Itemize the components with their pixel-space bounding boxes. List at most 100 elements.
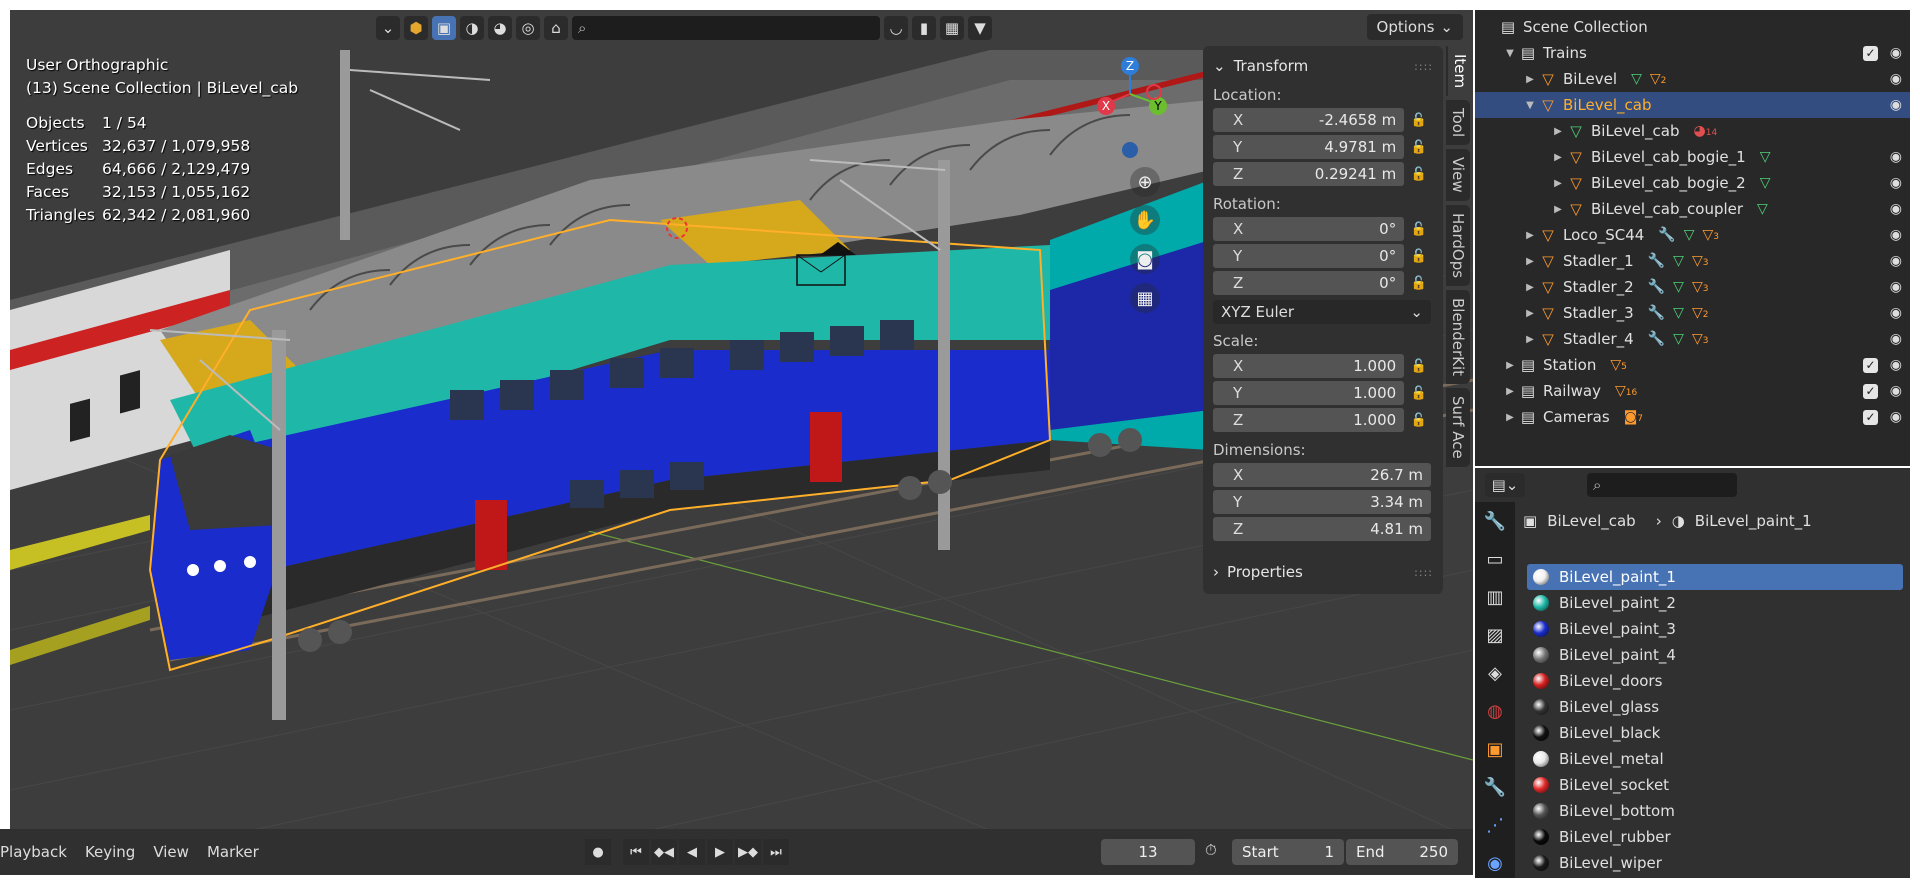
material-slot[interactable]: BiLevel_wiper [1527,850,1903,876]
unlock-icon[interactable]: 🔓 [1404,140,1433,155]
expand-arrow-icon[interactable]: ▶ [1551,126,1565,137]
render-icon[interactable]: ▭ [1475,540,1515,578]
rotation-z-field[interactable]: Z 0° [1213,271,1405,295]
camera-view-icon[interactable]: ◙ [1130,244,1160,274]
physics-icon[interactable]: ◉ [1475,844,1515,882]
material-slot[interactable]: BiLevel_metal [1527,746,1903,772]
dimensions-x-field[interactable]: X 26.7 m [1213,463,1431,487]
material-slot[interactable]: BiLevel_glass [1527,694,1903,720]
outliner-item-station[interactable]: ▶ ▤ Station ▽5 ✓ ◉ [1475,352,1910,378]
unlock-icon[interactable]: 🔓 [1404,113,1433,128]
prev-keyframe-icon[interactable]: ◆◀ [651,839,677,865]
expand-arrow-icon[interactable]: ▶ [1503,386,1517,397]
tool-icon[interactable]: 🔧 [1475,502,1515,540]
material-slot[interactable]: BiLevel_paint_2 [1527,590,1903,616]
outliner-item-bilevel-cab[interactable]: ▼ ▽ BiLevel_cab ◉ [1475,92,1910,118]
unlock-icon[interactable]: 🔓 [1404,249,1433,264]
material-slot[interactable]: BiLevel_bottom [1527,798,1903,824]
tab-item[interactable]: Item [1446,46,1472,97]
viewport-search-input[interactable]: ⌕ [572,16,880,40]
stopwatch-icon[interactable]: ⏱ [1205,841,1217,859]
next-keyframe-icon[interactable]: ▶◆ [735,839,761,865]
drag-grip-icon[interactable]: :::: [1414,566,1433,579]
collapse-arrow-icon[interactable]: ▼ [1523,100,1537,111]
rotation-y-field[interactable]: Y 0° [1213,244,1405,268]
material-slot[interactable]: BiLevel_paint_1 [1527,564,1903,590]
record-icon[interactable]: ● [585,839,611,865]
perspective-grid-icon[interactable]: ▦ [1130,283,1160,313]
unlock-icon[interactable]: 🔓 [1404,222,1433,237]
eye-icon[interactable]: ◉ [1890,331,1902,347]
tab-view[interactable]: View [1446,149,1470,201]
exclude-checkbox[interactable]: ✓ [1863,357,1878,373]
eye-icon[interactable]: ◉ [1890,201,1902,217]
material-slot[interactable]: BiLevel_paint_3 [1527,616,1903,642]
dimensions-y-field[interactable]: Y 3.34 m [1213,490,1431,514]
expand-arrow-icon[interactable]: ▶ [1503,360,1517,371]
scale-x-field[interactable]: X 1.000 [1213,354,1405,378]
editor-type-icon[interactable]: ▤⌄ [1485,473,1525,497]
eye-icon[interactable]: ◉ [1890,175,1902,191]
bookmark-icon[interactable]: ▮ [912,16,936,40]
outliner-item-stadler-4[interactable]: ▶ ▽ Stadler_4 🔧 ▽ ▽3 ◉ [1475,326,1910,352]
outliner-item-bogie-2[interactable]: ▶ ▽ BiLevel_cab_bogie_2 ▽ ◉ [1475,170,1910,196]
menu-keying[interactable]: Keying [85,843,135,861]
scene-icon[interactable]: ◈ [1475,654,1515,692]
rotation-mode-select[interactable]: XYZ Euler ⌄ [1213,300,1431,324]
navigation-gizmo[interactable]: Z X Y [1070,50,1190,170]
collapse-arrow-icon[interactable]: ▼ [1503,48,1517,59]
expand-arrow-icon[interactable]: ▶ [1523,256,1537,267]
menu-playback[interactable]: Playback [0,843,67,861]
scale-z-field[interactable]: Z 1.000 [1213,408,1405,432]
unlock-icon[interactable]: 🔓 [1404,386,1433,401]
start-frame-field[interactable]: Start 1 [1232,839,1344,865]
eye-icon[interactable]: ◉ [1890,305,1902,321]
eye-icon[interactable]: ◉ [1890,383,1902,399]
tab-blenderkit[interactable]: BlenderKit [1446,289,1470,384]
jump-start-icon[interactable]: ⏮ [623,839,649,865]
pan-hand-icon[interactable]: ✋ [1130,205,1160,235]
curve-icon[interactable]: ◡ [884,16,908,40]
location-x-field[interactable]: X -2.4658 m [1213,108,1405,132]
eye-icon[interactable]: ◉ [1890,253,1902,269]
outliner-root[interactable]: ▤ Scene Collection [1475,14,1910,40]
location-z-field[interactable]: Z 0.29241 m [1213,162,1405,186]
expand-arrow-icon[interactable]: ▶ [1551,204,1565,215]
particles-icon[interactable]: ⋰ [1475,806,1515,844]
eye-icon[interactable]: ◉ [1890,279,1902,295]
menu-marker[interactable]: Marker [207,843,259,861]
tab-tool[interactable]: Tool [1446,100,1470,146]
scale-y-field[interactable]: Y 1.000 [1213,381,1405,405]
expand-arrow-icon[interactable]: ▶ [1551,152,1565,163]
3d-viewport[interactable]: ⌄ ⬢ ▣ ◑ ◕ ◎ ⌂ ⌕ ◡ ▮ ▦ ▼ Options ⌄ User O… [10,10,1473,839]
tab-hardops[interactable]: HardOps [1446,204,1470,286]
material-slot-list[interactable]: BiLevel_paint_1 BiLevel_paint_2 BiLevel_pa… [1527,564,1903,876]
eye-icon[interactable]: ◉ [1890,71,1902,87]
material-slot[interactable]: BiLevel_rubber [1527,824,1903,850]
view-layer-icon[interactable]: ▨ [1475,616,1515,654]
gizmo-icon[interactable]: ◎ [516,16,540,40]
end-frame-field[interactable]: End 250 [1346,839,1458,865]
outliner-item-loco-sc44[interactable]: ▶ ▽ Loco_SC44 🔧 ▽ ▽3 ◉ [1475,222,1910,248]
properties-subpanel-header[interactable]: › Properties :::: [1213,560,1433,584]
object-icon[interactable]: ▣ [1475,730,1515,768]
transform-header[interactable]: ⌄ Transform :::: [1213,54,1433,78]
outliner-item-bilevel[interactable]: ▶ ▽ BiLevel ▽ ▽2 ◉ [1475,66,1910,92]
material-slot[interactable]: BiLevel_doors [1527,668,1903,694]
eye-icon[interactable]: ◉ [1890,149,1902,165]
material-slot[interactable]: BiLevel_socket [1527,772,1903,798]
eye-icon[interactable]: ◉ [1890,409,1902,425]
brush-icon[interactable]: ⌂ [544,16,568,40]
dimensions-z-field[interactable]: Z 4.81 m [1213,517,1431,541]
menu-view[interactable]: View [153,843,189,861]
eye-icon[interactable]: ◉ [1890,357,1902,373]
chevron-down-icon[interactable]: ⌄ [376,16,400,40]
outliner-item-railway[interactable]: ▶ ▤ Railway ▽16 ✓ ◉ [1475,378,1910,404]
shading-solid-icon[interactable]: ◑ [460,16,484,40]
rotation-x-field[interactable]: X 0° [1213,217,1405,241]
properties-search-input[interactable]: ⌕ [1587,473,1737,497]
eye-icon[interactable]: ◉ [1890,97,1902,113]
expand-arrow-icon[interactable]: ▶ [1523,334,1537,345]
expand-arrow-icon[interactable]: ▶ [1523,230,1537,241]
unlock-icon[interactable]: 🔓 [1404,359,1433,374]
